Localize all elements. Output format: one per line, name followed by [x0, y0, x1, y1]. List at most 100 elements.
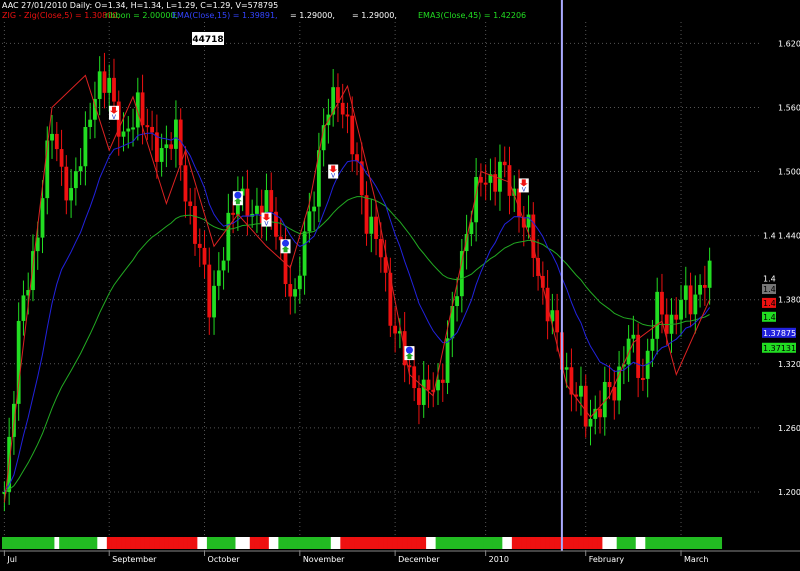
ribbon-cell [511, 537, 518, 549]
candle-body [707, 260, 712, 288]
ribbon-cell [230, 537, 236, 549]
ribbon-cell [707, 537, 713, 549]
candle-body [693, 294, 698, 315]
ribbon-cell [397, 537, 403, 549]
candle-body [650, 338, 655, 351]
ribbon-cell [621, 537, 627, 549]
ribbon-cell [488, 537, 494, 549]
ribbon-cell [659, 537, 665, 549]
ribbon-cell [407, 537, 413, 549]
candle-body [107, 77, 112, 93]
ribbon-cell [245, 537, 251, 549]
ribbon-cell [468, 537, 475, 549]
ribbon-cell [235, 537, 241, 549]
ribbon-cell [535, 537, 541, 549]
ribbon-cell [144, 537, 151, 549]
candle-body [378, 238, 383, 258]
candle-body [255, 205, 259, 214]
ribbon-cell [549, 537, 556, 549]
buy-signal-icon [232, 191, 243, 206]
ribbon-cell [669, 537, 675, 549]
ribbon-cell [359, 537, 365, 549]
ribbon-cell [673, 537, 680, 549]
header-value-a: = 1.29000, [290, 11, 335, 20]
ribbon-cell [440, 537, 446, 549]
candle-body [598, 408, 602, 418]
ribbon-cell [25, 537, 32, 549]
ribbon-cell [154, 537, 160, 549]
candle-body [393, 325, 398, 334]
ribbon-cell [564, 537, 570, 549]
ribbon-cell [416, 537, 422, 549]
x-tick-label: December [398, 555, 440, 564]
value-badge-label: 1.37131 [763, 344, 796, 353]
ribbon-cell [597, 537, 603, 549]
ribbon-cell [402, 537, 408, 549]
ribbon-cell [530, 537, 537, 549]
ribbon-cell [588, 537, 594, 549]
candle-body [231, 212, 236, 215]
ribbon-cell [521, 537, 527, 549]
candle-body [140, 92, 145, 126]
ribbon-cell [121, 537, 127, 549]
ribbon-cell [92, 537, 98, 549]
candle-body [226, 212, 231, 261]
buy-signal-icon [280, 239, 291, 254]
candle-body [674, 314, 679, 320]
ribbon-cell [654, 537, 661, 549]
ribbon-cell [545, 537, 551, 549]
ribbon-cell [216, 537, 222, 549]
candle-body [579, 385, 583, 397]
candle-body [212, 285, 216, 318]
candle-body [302, 231, 307, 276]
y-tick-label: 1.620 [778, 39, 800, 48]
candle-body [350, 115, 355, 155]
ribbon-cell [35, 537, 41, 549]
ribbon-cell [602, 537, 608, 549]
candle-body [369, 216, 374, 234]
value-badge-label: 1.4 [763, 232, 776, 241]
ribbon-cell [292, 537, 298, 549]
price-chart[interactable]: V V V V 1.620 1.560 1.500 1.440 1.380 1.320 1.260… [0, 0, 800, 571]
ribbon-cell [206, 537, 213, 549]
ribbon-cell [683, 537, 689, 549]
ribbon-cell [130, 537, 136, 549]
candle-body [59, 149, 64, 167]
x-tick-label: September [112, 555, 157, 564]
candle-body [660, 291, 664, 315]
candle-body [202, 247, 207, 265]
ribbon-cell [712, 537, 718, 549]
ribbon-cell [373, 537, 379, 549]
value-badge-label: 1.4 [763, 313, 776, 322]
candle-body [312, 206, 317, 212]
candle-body [631, 334, 636, 339]
ribbon-cell [306, 537, 313, 549]
ribbon-cell [554, 537, 561, 549]
ribbon-cell [297, 537, 303, 549]
candle-body [221, 260, 226, 271]
ribbon-cell [197, 537, 203, 549]
ribbon-cell [430, 537, 437, 549]
candle-body [169, 144, 174, 149]
candle-body [102, 71, 107, 93]
candle-body [193, 206, 197, 244]
ribbon-cell [626, 537, 632, 549]
candle-body [583, 385, 588, 427]
candle-body [641, 377, 645, 380]
candle-body [507, 165, 512, 196]
ribbon-cell [483, 537, 489, 549]
ribbon-cell [302, 537, 308, 549]
ribbon-cell [102, 537, 108, 549]
ribbon-cell [516, 537, 522, 549]
ribbon-cell [168, 537, 175, 549]
ribbon-cell [54, 537, 60, 549]
ribbon-cell [445, 537, 451, 549]
ribbon-cell [678, 537, 684, 549]
header-ema-fast: EMA(Close,15) = 1.39891, [172, 11, 278, 20]
candle-body [83, 126, 88, 167]
ribbon-cell [278, 537, 284, 549]
ribbon-cell [607, 537, 613, 549]
sell-signal-icon: V [328, 164, 339, 180]
ribbon-cell [178, 537, 184, 549]
candle-body [21, 295, 26, 321]
